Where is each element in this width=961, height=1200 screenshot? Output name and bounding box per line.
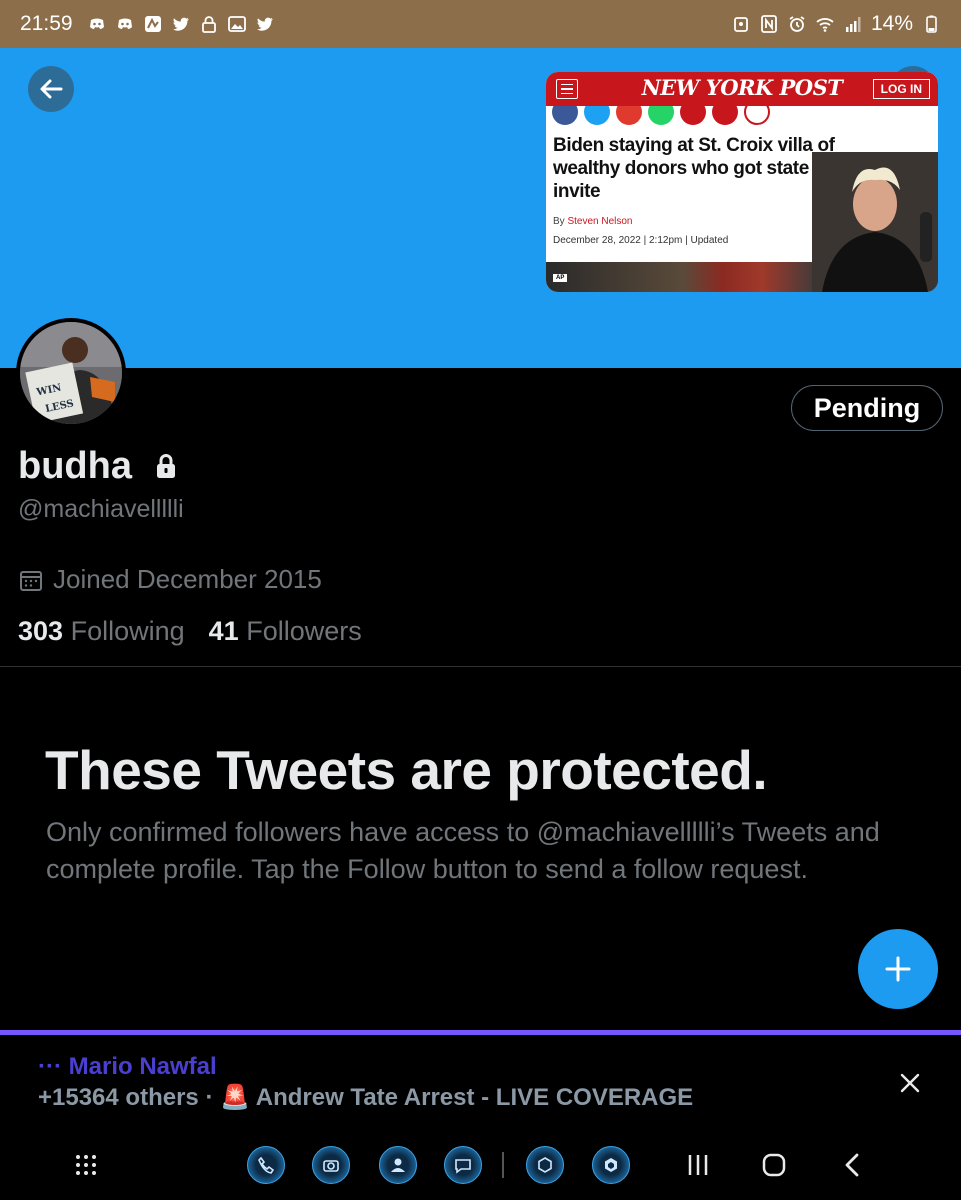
battery-percent: 14% xyxy=(870,12,913,35)
following-label: Following xyxy=(70,616,185,646)
follow-stats: 303 Following 41 Followers xyxy=(18,616,362,647)
messages-icon xyxy=(444,1146,482,1184)
camera-icon xyxy=(312,1146,350,1184)
crypto-icon xyxy=(592,1146,630,1184)
grid-icon xyxy=(76,1155,96,1175)
news-time: 2:12pm xyxy=(649,235,683,246)
status-time: 21:59 xyxy=(20,12,73,35)
profile-display-name: budha xyxy=(18,445,132,487)
following-count: 303 xyxy=(18,616,64,646)
presenter-image xyxy=(812,152,938,292)
news-byline: By Steven Nelson xyxy=(553,216,633,227)
signal-icon xyxy=(843,14,863,34)
nyp-header: NEW YORK POST LOG IN xyxy=(546,72,938,106)
compose-tweet-button[interactable] xyxy=(858,929,938,1009)
home-button[interactable] xyxy=(760,1146,788,1184)
phone-icon xyxy=(247,1146,285,1184)
home-icon xyxy=(762,1153,786,1177)
discord-icon xyxy=(87,14,107,34)
lock-icon xyxy=(199,14,219,34)
crypto-app-button[interactable] xyxy=(526,1146,564,1184)
space-host: ··· Mario Nawfal xyxy=(38,1053,217,1080)
status-bar: 21:59 14% xyxy=(0,0,961,48)
back-nav-button[interactable] xyxy=(838,1146,866,1184)
contacts-app-button[interactable] xyxy=(379,1146,417,1184)
avatar-image: WIN LESS xyxy=(20,322,122,424)
phone-app-button[interactable] xyxy=(247,1146,285,1184)
divider xyxy=(0,666,961,667)
photo-credit: AP xyxy=(553,274,568,282)
byline-prefix: By xyxy=(553,216,565,227)
nfc-icon xyxy=(759,14,779,34)
wifi-icon xyxy=(815,14,835,34)
live-space-bar[interactable]: ··· Mario Nawfal +15364 others · 🚨 Andre… xyxy=(0,1030,961,1138)
dock-separator xyxy=(500,1146,506,1184)
profile-avatar[interactable]: WIN LESS xyxy=(16,318,126,428)
messages-app-button[interactable] xyxy=(444,1146,482,1184)
image-icon xyxy=(227,14,247,34)
twitter-icon xyxy=(255,14,275,34)
battery-icon xyxy=(921,14,941,34)
nyp-login: LOG IN xyxy=(872,79,930,99)
recents-button[interactable] xyxy=(684,1146,712,1184)
twitter-icon xyxy=(171,14,191,34)
pending-button[interactable]: Pending xyxy=(791,385,943,431)
following-link[interactable]: 303 Following xyxy=(18,616,185,647)
recents-icon xyxy=(688,1155,708,1175)
news-date: December 28, 2022 xyxy=(553,235,641,246)
space-title: +15364 others · 🚨 Andrew Tate Arrest - L… xyxy=(38,1084,694,1111)
close-icon[interactable] xyxy=(898,1071,922,1095)
camera-app-button[interactable] xyxy=(312,1146,350,1184)
followers-link[interactable]: 41 Followers xyxy=(209,616,362,647)
back-arrow-icon xyxy=(40,79,63,99)
alarm-clock-icon xyxy=(787,14,807,34)
app-drawer-button[interactable] xyxy=(70,1146,102,1184)
byline-author: Steven Nelson xyxy=(567,216,633,227)
crypto-app-button-2[interactable] xyxy=(592,1146,630,1184)
chevron-left-icon xyxy=(845,1153,859,1177)
news-dateline: December 28, 2022 | 2:12pm | Updated xyxy=(553,235,729,246)
profile-handle: @machiavellllli xyxy=(18,495,184,523)
contacts-icon xyxy=(379,1146,417,1184)
back-button[interactable] xyxy=(28,66,74,112)
plus-icon xyxy=(885,956,911,982)
news-updated: Updated xyxy=(690,235,729,246)
crypto-icon xyxy=(526,1146,564,1184)
followers-count: 41 xyxy=(208,616,239,646)
joined-date: Joined December 2015 xyxy=(53,564,322,594)
protected-lock-icon xyxy=(157,454,175,478)
alarm-icon xyxy=(731,14,751,34)
protected-title: These Tweets are protected. xyxy=(45,739,768,801)
banner-news-screenshot: NEW YORK POST LOG IN Biden staying at St… xyxy=(546,72,938,292)
app-notification-icon xyxy=(143,14,163,34)
protected-body: Only confirmed followers have access to … xyxy=(46,817,880,884)
discord-icon xyxy=(115,14,135,34)
calendar-icon xyxy=(20,571,42,591)
followers-label: Followers xyxy=(246,616,362,646)
system-nav-bar xyxy=(0,1138,961,1200)
